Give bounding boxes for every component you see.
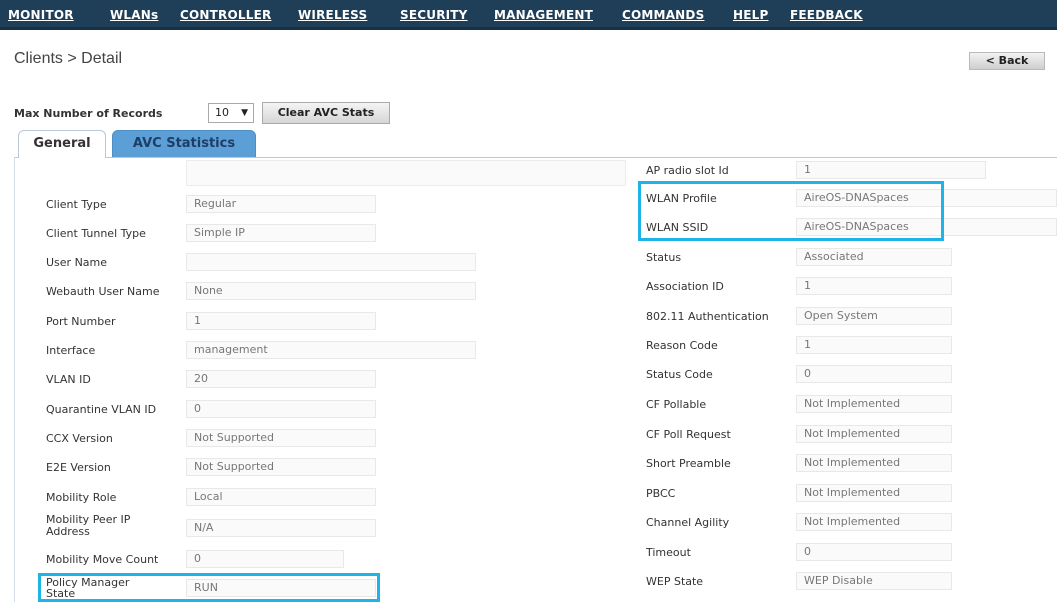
cf-pollable-label: CF Pollable bbox=[646, 398, 707, 411]
channel-agility-value: Not Implemented bbox=[796, 513, 952, 531]
timeout-label: Timeout bbox=[646, 546, 691, 559]
interface-value: management bbox=[186, 341, 476, 359]
association-id-value: 1 bbox=[796, 277, 952, 295]
status-label: Status bbox=[646, 251, 682, 264]
clear-avc-stats-button[interactable]: Clear AVC Stats bbox=[262, 102, 390, 124]
short-preamble-label: Short Preamble bbox=[646, 457, 731, 470]
cf-poll-request-value: Not Implemented bbox=[796, 425, 952, 443]
e2e-version-value: Not Supported bbox=[186, 458, 376, 476]
nav-monitor[interactable]: MONITOR bbox=[8, 8, 74, 22]
client-tunnel-type-label: Client Tunnel Type bbox=[46, 227, 146, 240]
status-code-label: Status Code bbox=[646, 368, 713, 381]
top-nav-bar: MONITOR WLANs CONTROLLER WIRELESS SECURI… bbox=[0, 0, 1057, 30]
short-preamble-value: Not Implemented bbox=[796, 454, 952, 472]
nav-commands[interactable]: COMMANDS bbox=[622, 8, 704, 22]
tab-avc-statistics[interactable]: AVC Statistics bbox=[112, 130, 256, 158]
nav-feedback[interactable]: FEEDBACK bbox=[790, 8, 863, 22]
quarantine-vlan-id-value: 0 bbox=[186, 400, 376, 418]
status-code-value: 0 bbox=[796, 365, 952, 383]
tab-general[interactable]: General bbox=[18, 130, 106, 158]
nav-wlans[interactable]: WLANs bbox=[110, 8, 158, 22]
wep-state-value: WEP Disable bbox=[796, 572, 952, 590]
nav-management[interactable]: MANAGEMENT bbox=[494, 8, 593, 22]
port-number-value: 1 bbox=[186, 312, 376, 330]
chevron-down-icon: ▼ bbox=[241, 108, 248, 118]
channel-agility-label: Channel Agility bbox=[646, 516, 730, 529]
association-id-label: Association ID bbox=[646, 280, 724, 293]
ap-radio-slot-id-label: AP radio slot Id bbox=[646, 164, 729, 177]
auth-80211-label: 802.11 Authentication bbox=[646, 310, 769, 323]
webauth-user-name-value: None bbox=[186, 282, 476, 300]
user-name-value bbox=[186, 253, 476, 271]
nav-security[interactable]: SECURITY bbox=[400, 8, 468, 22]
port-number-label: Port Number bbox=[46, 315, 116, 328]
auth-80211-value: Open System bbox=[796, 307, 952, 325]
reason-code-value: 1 bbox=[796, 336, 952, 354]
nav-wireless[interactable]: WIRELESS bbox=[298, 8, 367, 22]
ap-radio-slot-id-value: 1 bbox=[796, 161, 986, 179]
mobility-peer-ip-label: Mobility Peer IP Address bbox=[46, 513, 131, 538]
reason-code-label: Reason Code bbox=[646, 339, 718, 352]
tab-divider bbox=[14, 157, 1057, 158]
client-tunnel-type-value: Simple IP bbox=[186, 224, 376, 242]
vlan-id-label: VLAN ID bbox=[46, 373, 91, 386]
mobility-role-label: Mobility Role bbox=[46, 491, 117, 504]
pbcc-value: Not Implemented bbox=[796, 484, 952, 502]
policy-state-highlight-box bbox=[38, 573, 380, 602]
cf-pollable-value: Not Implemented bbox=[796, 395, 952, 413]
status-value: Associated bbox=[796, 248, 952, 266]
mobility-role-value: Local bbox=[186, 488, 376, 506]
mobility-move-count-value: 0 bbox=[186, 550, 344, 568]
wep-state-label: WEP State bbox=[646, 575, 704, 588]
ccx-version-value: Not Supported bbox=[186, 429, 376, 447]
client-type-label: Client Type bbox=[46, 198, 107, 211]
quarantine-vlan-id-label: Quarantine VLAN ID bbox=[46, 403, 157, 416]
ccx-version-label: CCX Version bbox=[46, 432, 113, 445]
interface-label: Interface bbox=[46, 344, 96, 357]
mobility-move-count-label: Mobility Move Count bbox=[46, 553, 159, 566]
cf-poll-request-label: CF Poll Request bbox=[646, 428, 731, 441]
mobility-peer-ip-value: N/A bbox=[186, 519, 376, 537]
panel-border bbox=[14, 157, 15, 602]
e2e-version-label: E2E Version bbox=[46, 461, 111, 474]
vlan-id-value: 20 bbox=[186, 370, 376, 388]
max-records-label: Max Number of Records bbox=[14, 107, 163, 120]
timeout-value: 0 bbox=[796, 543, 952, 561]
webauth-user-name-label: Webauth User Name bbox=[46, 285, 160, 298]
pbcc-label: PBCC bbox=[646, 487, 676, 500]
page-title: Clients > Detail bbox=[14, 50, 123, 67]
client-type-value: Regular bbox=[186, 195, 376, 213]
user-name-label: User Name bbox=[46, 256, 108, 269]
max-records-select[interactable]: 10 ▼ bbox=[208, 103, 254, 123]
nav-help[interactable]: HELP bbox=[733, 8, 768, 22]
wlan-highlight-box bbox=[638, 181, 944, 241]
max-records-value: 10 bbox=[215, 106, 229, 119]
back-button[interactable]: < Back bbox=[969, 52, 1045, 70]
nav-controller[interactable]: CONTROLLER bbox=[180, 8, 271, 22]
blank-field bbox=[186, 160, 626, 186]
